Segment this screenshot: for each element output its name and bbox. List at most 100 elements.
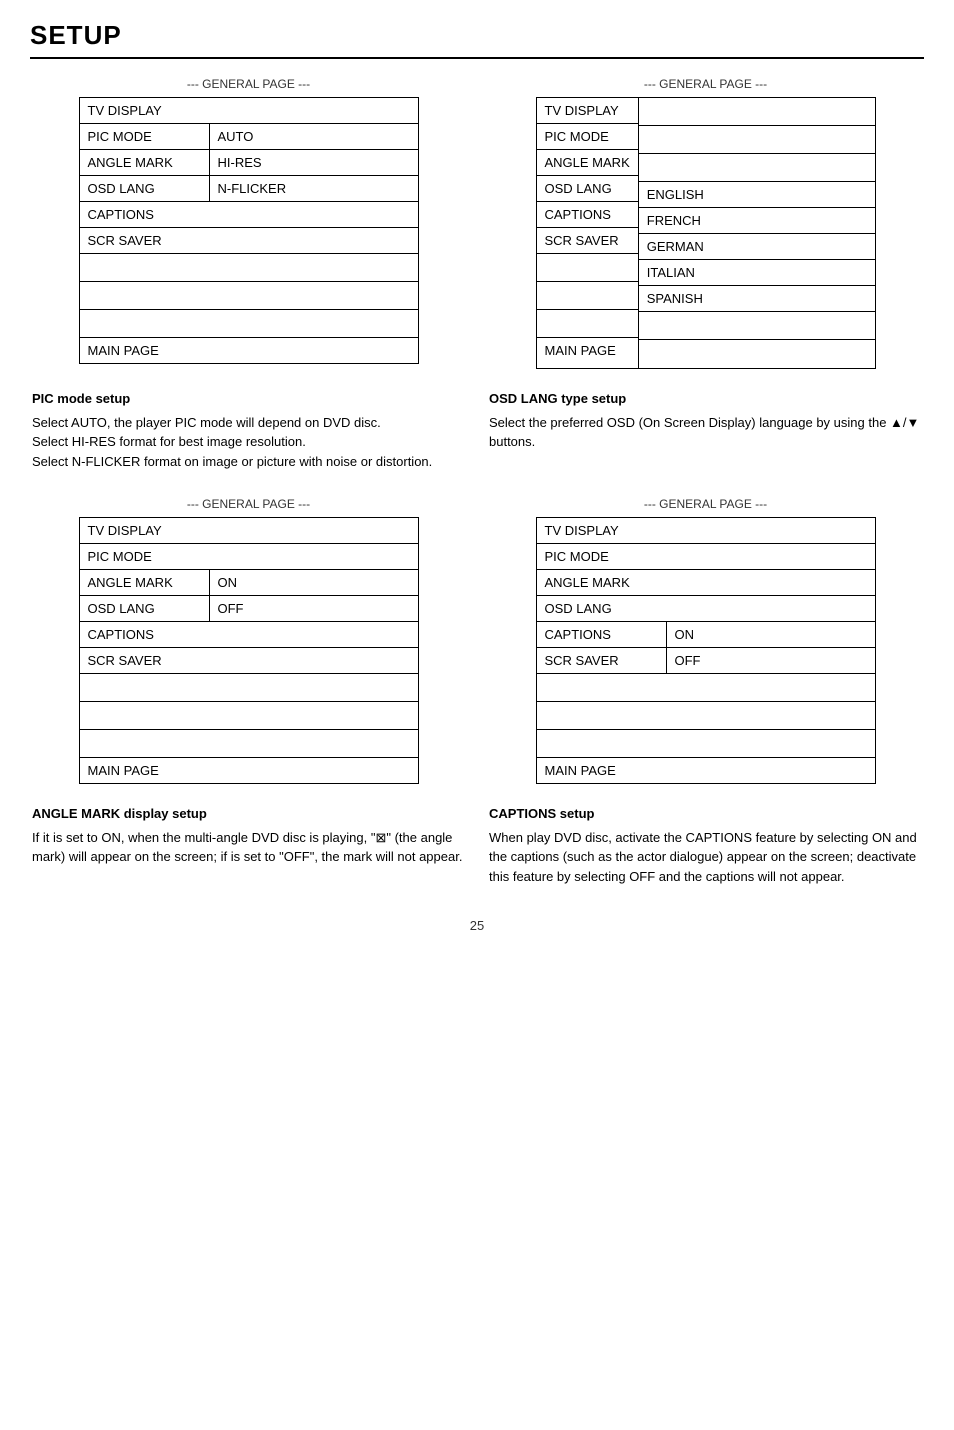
table-row: SCR SAVER	[80, 228, 418, 254]
osd-lang-label: OSD LANG	[80, 176, 210, 201]
pic-mode-desc-line1: Select AUTO, the player PIC mode will de…	[32, 413, 465, 433]
pic-mode-desc-title: PIC mode setup	[32, 389, 465, 409]
osd-lang-desc-title: OSD LANG type setup	[489, 389, 922, 409]
bl-tv-display: TV DISPLAY	[80, 518, 418, 543]
bl-scr-saver: SCR SAVER	[80, 648, 418, 673]
table-row: MAIN PAGE	[80, 758, 418, 783]
br-main-page[interactable]: MAIN PAGE	[537, 758, 667, 783]
empty1	[80, 254, 418, 281]
bl-captions: CAPTIONS	[80, 622, 418, 647]
br-osd-lang: OSD LANG	[537, 596, 875, 621]
bl-osd-lang-value: OFF	[210, 596, 310, 621]
table-row: CAPTIONS	[80, 202, 418, 228]
osd-lang-value: N-FLICKER	[210, 176, 310, 201]
tr-empty3	[537, 310, 638, 338]
angle-mark-desc-title: ANGLE MARK display setup	[32, 804, 465, 824]
tr-tv-display: TV DISPLAY	[537, 98, 638, 124]
general-page-label-br: --- GENERAL PAGE ---	[487, 497, 924, 511]
angle-mark-label: ANGLE MARK	[80, 150, 210, 175]
empty3	[80, 310, 418, 337]
table-row	[80, 254, 418, 282]
table-row: ANGLE MARK ON	[80, 570, 418, 596]
angle-mark-description: ANGLE MARK display setup If it is set to…	[30, 794, 467, 902]
br-angle-mark: ANGLE MARK	[537, 570, 875, 595]
table-row: TV DISPLAY	[80, 98, 418, 124]
bl-empty2	[80, 702, 418, 729]
bottom-left-panel: --- GENERAL PAGE --- TV DISPLAY PIC MODE…	[30, 497, 467, 784]
menu-box-top-left: TV DISPLAY PIC MODE AUTO ANGLE MARK HI-R…	[79, 97, 419, 364]
table-row: MAIN PAGE	[80, 338, 418, 363]
menu-box-bottom-right: TV DISPLAY PIC MODE ANGLE MARK OSD LANG …	[536, 517, 876, 784]
captions-description: CAPTIONS setup When play DVD disc, activ…	[487, 794, 924, 902]
br-scr-saver-value: OFF	[667, 648, 767, 673]
table-row	[80, 282, 418, 310]
tr-empty2	[537, 282, 638, 310]
bl-pic-mode: PIC MODE	[80, 544, 418, 569]
br-empty1	[537, 674, 875, 701]
osd-lang-desc-line1: Select the preferred OSD (On Screen Disp…	[489, 413, 922, 452]
br-captions-label: CAPTIONS	[537, 622, 667, 647]
bl-osd-lang-label: OSD LANG	[80, 596, 210, 621]
table-row	[537, 702, 875, 730]
pic-mode-value: AUTO	[210, 124, 310, 149]
table-row: OSD LANG N-FLICKER	[80, 176, 418, 202]
tr-main-page[interactable]: MAIN PAGE	[537, 338, 638, 363]
tr-scr-saver: SCR SAVER	[537, 228, 638, 254]
scr-saver-label: SCR SAVER	[80, 228, 418, 253]
table-row: PIC MODE	[537, 544, 875, 570]
table-row: SCR SAVER	[80, 648, 418, 674]
table-row	[80, 310, 418, 338]
description-row-bottom: ANGLE MARK display setup If it is set to…	[30, 794, 924, 902]
table-row	[80, 702, 418, 730]
pic-mode-label: PIC MODE	[80, 124, 210, 149]
br-scr-saver-label: SCR SAVER	[537, 648, 667, 673]
pic-mode-description: PIC mode setup Select AUTO, the player P…	[30, 379, 467, 487]
top-left-panel: --- GENERAL PAGE --- TV DISPLAY PIC MODE…	[30, 77, 467, 369]
captions-desc-title: CAPTIONS setup	[489, 804, 922, 824]
table-row: TV DISPLAY	[80, 518, 418, 544]
table-row: CAPTIONS ON	[537, 622, 875, 648]
description-row-top: PIC mode setup Select AUTO, the player P…	[30, 379, 924, 487]
page-number: 25	[30, 918, 924, 933]
table-row: ANGLE MARK HI-RES	[80, 150, 418, 176]
general-page-label-tl: --- GENERAL PAGE ---	[30, 77, 467, 91]
pic-mode-desc-line2: Select HI-RES format for best image reso…	[32, 432, 465, 452]
general-page-label-tr: --- GENERAL PAGE ---	[487, 77, 924, 91]
tr-osd-lang: OSD LANG	[537, 176, 638, 202]
main-page-label-tl[interactable]: MAIN PAGE	[80, 338, 210, 363]
bottom-right-panel: --- GENERAL PAGE --- TV DISPLAY PIC MODE…	[487, 497, 924, 784]
br-empty2	[537, 702, 875, 729]
tr-val-german: GERMAN	[639, 234, 875, 260]
pic-mode-desc-line3: Select N-FLICKER format on image or pict…	[32, 452, 465, 472]
br-pic-mode: PIC MODE	[537, 544, 875, 569]
angle-mark-desc-line1: If it is set to ON, when the multi-angle…	[32, 828, 465, 867]
tr-captions: CAPTIONS	[537, 202, 638, 228]
tr-val-french: FRENCH	[639, 208, 875, 234]
tr-val-italian: ITALIAN	[639, 260, 875, 286]
table-row: TV DISPLAY	[537, 518, 875, 544]
tr-val-2	[639, 154, 875, 182]
br-empty3	[537, 730, 875, 757]
table-row	[537, 674, 875, 702]
table-row: CAPTIONS	[80, 622, 418, 648]
tv-display-label: TV DISPLAY	[80, 98, 418, 123]
bl-angle-mark-label: ANGLE MARK	[80, 570, 210, 595]
bl-empty1	[80, 674, 418, 701]
table-row: PIC MODE AUTO	[80, 124, 418, 150]
menu-box-bottom-left: TV DISPLAY PIC MODE ANGLE MARK ON OSD LA…	[79, 517, 419, 784]
top-right-panel: --- GENERAL PAGE --- TV DISPLAY PIC MODE…	[487, 77, 924, 369]
tr-val-1	[639, 126, 875, 154]
table-row: MAIN PAGE	[537, 758, 875, 783]
br-captions-value: ON	[667, 622, 767, 647]
table-row	[80, 674, 418, 702]
tr-angle-mark: ANGLE MARK	[537, 150, 638, 176]
captions-desc-line1: When play DVD disc, activate the CAPTION…	[489, 828, 922, 887]
tr-pic-mode: PIC MODE	[537, 124, 638, 150]
angle-mark-value: HI-RES	[210, 150, 310, 175]
page-title: SETUP	[30, 20, 924, 59]
osd-lang-description: OSD LANG type setup Select the preferred…	[487, 379, 924, 487]
table-row: SCR SAVER OFF	[537, 648, 875, 674]
captions-label: CAPTIONS	[80, 202, 418, 227]
bl-main-page[interactable]: MAIN PAGE	[80, 758, 210, 783]
table-row	[537, 730, 875, 758]
